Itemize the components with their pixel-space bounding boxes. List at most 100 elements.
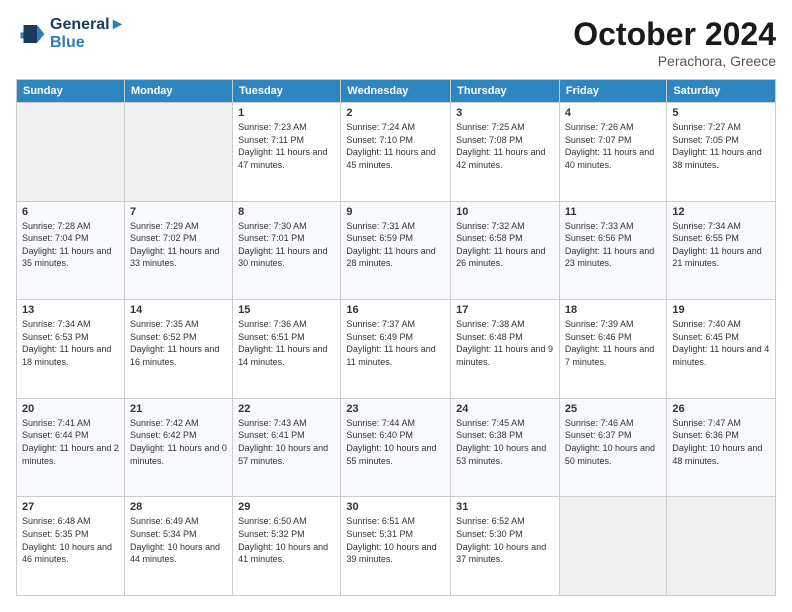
logo-icon (16, 19, 46, 49)
table-row: 25Sunrise: 7:46 AM Sunset: 6:37 PM Dayli… (559, 398, 666, 497)
day-detail: Sunrise: 7:24 AM Sunset: 7:10 PM Dayligh… (346, 121, 445, 171)
table-row: 23Sunrise: 7:44 AM Sunset: 6:40 PM Dayli… (341, 398, 451, 497)
day-number: 24 (456, 403, 554, 415)
table-row: 15 Sunrise: 7:36 AM Sunset: 6:51 PM Dayli… (233, 300, 341, 399)
day-number: 25 (565, 403, 661, 415)
day-detail: Sunrise: 7:44 AM Sunset: 6:40 PM Dayligh… (346, 417, 445, 467)
day-number: 26 (672, 403, 770, 415)
table-row: 19 Sunrise: 7:40 AM Sunset: 6:45 PM Dayli… (667, 300, 776, 399)
table-row: 28 Sunrise: 6:49 AM Sunset: 5:34 PM Dayli… (124, 497, 232, 596)
col-saturday: Saturday (667, 80, 776, 103)
table-row: 12 Sunrise: 7:34 AM Sunset: 6:55 PM Dayli… (667, 201, 776, 300)
col-thursday: Thursday (451, 80, 560, 103)
calendar-week-row: 27 Sunrise: 6:48 AM Sunset: 5:35 PM Dayli… (17, 497, 776, 596)
table-row (667, 497, 776, 596)
day-detail: Sunrise: 7:30 AM Sunset: 7:01 PM Dayligh… (238, 220, 335, 270)
calendar-week-row: 1 Sunrise: 7:23 AM Sunset: 7:11 PM Daylig… (17, 103, 776, 202)
table-row: 1 Sunrise: 7:23 AM Sunset: 7:11 PM Daylig… (233, 103, 341, 202)
table-row: 11 Sunrise: 7:33 AM Sunset: 6:56 PM Dayli… (559, 201, 666, 300)
table-row: 16 Sunrise: 7:37 AM Sunset: 6:49 PM Dayli… (341, 300, 451, 399)
day-detail: Sunrise: 7:33 AM Sunset: 6:56 PM Dayligh… (565, 220, 661, 270)
day-number: 30 (346, 501, 445, 513)
day-detail: Sunrise: 6:48 AM Sunset: 5:35 PM Dayligh… (22, 515, 119, 565)
day-number: 5 (672, 107, 770, 119)
day-number: 10 (456, 206, 554, 218)
table-row (124, 103, 232, 202)
day-detail: Sunrise: 7:42 AM Sunset: 6:42 PM Dayligh… (130, 417, 227, 467)
table-row (17, 103, 125, 202)
day-number: 21 (130, 403, 227, 415)
logo-line1: General► (50, 16, 125, 34)
day-detail: Sunrise: 7:29 AM Sunset: 7:02 PM Dayligh… (130, 220, 227, 270)
col-sunday: Sunday (17, 80, 125, 103)
day-number: 17 (456, 304, 554, 316)
day-number: 13 (22, 304, 119, 316)
table-row: 24 Sunrise: 7:45 AM Sunset: 6:38 PM Dayli… (451, 398, 560, 497)
day-detail: Sunrise: 7:28 AM Sunset: 7:04 PM Dayligh… (22, 220, 119, 270)
day-detail: Sunrise: 7:34 AM Sunset: 6:53 PM Dayligh… (22, 318, 119, 368)
day-detail: Sunrise: 7:37 AM Sunset: 6:49 PM Dayligh… (346, 318, 445, 368)
table-row: 21 Sunrise: 7:42 AM Sunset: 6:42 PM Dayli… (124, 398, 232, 497)
day-detail: Sunrise: 7:35 AM Sunset: 6:52 PM Dayligh… (130, 318, 227, 368)
day-detail: Sunrise: 6:50 AM Sunset: 5:32 PM Dayligh… (238, 515, 335, 565)
logo: General► Blue (16, 16, 125, 52)
table-row: 6 Sunrise: 7:28 AM Sunset: 7:04 PM Daylig… (17, 201, 125, 300)
day-detail: Sunrise: 6:51 AM Sunset: 5:31 PM Dayligh… (346, 515, 445, 565)
day-number: 29 (238, 501, 335, 513)
calendar-week-row: 6 Sunrise: 7:28 AM Sunset: 7:04 PM Daylig… (17, 201, 776, 300)
table-row: 3Sunrise: 7:25 AM Sunset: 7:08 PM Daylig… (451, 103, 560, 202)
day-detail: Sunrise: 7:43 AM Sunset: 6:41 PM Dayligh… (238, 417, 335, 467)
day-number: 22 (238, 403, 335, 415)
day-detail: Sunrise: 7:26 AM Sunset: 7:07 PM Dayligh… (565, 121, 661, 171)
day-detail: Sunrise: 7:39 AM Sunset: 6:46 PM Dayligh… (565, 318, 661, 368)
month-title: October 2024 (573, 16, 776, 53)
day-number: 18 (565, 304, 661, 316)
day-number: 27 (22, 501, 119, 513)
table-row: 14Sunrise: 7:35 AM Sunset: 6:52 PM Dayli… (124, 300, 232, 399)
day-detail: Sunrise: 7:31 AM Sunset: 6:59 PM Dayligh… (346, 220, 445, 270)
day-number: 15 (238, 304, 335, 316)
table-row: 17 Sunrise: 7:38 AM Sunset: 6:48 PM Dayli… (451, 300, 560, 399)
table-row: 30 Sunrise: 6:51 AM Sunset: 5:31 PM Dayli… (341, 497, 451, 596)
location-subtitle: Perachora, Greece (573, 53, 776, 69)
calendar-week-row: 20Sunrise: 7:41 AM Sunset: 6:44 PM Dayli… (17, 398, 776, 497)
day-detail: Sunrise: 7:23 AM Sunset: 7:11 PM Dayligh… (238, 121, 335, 171)
table-row: 2 Sunrise: 7:24 AM Sunset: 7:10 PM Daylig… (341, 103, 451, 202)
day-number: 1 (238, 107, 335, 119)
table-row: 20Sunrise: 7:41 AM Sunset: 6:44 PM Dayli… (17, 398, 125, 497)
day-detail: Sunrise: 7:34 AM Sunset: 6:55 PM Dayligh… (672, 220, 770, 270)
day-number: 7 (130, 206, 227, 218)
day-number: 8 (238, 206, 335, 218)
day-detail: Sunrise: 7:40 AM Sunset: 6:45 PM Dayligh… (672, 318, 770, 368)
col-wednesday: Wednesday (341, 80, 451, 103)
table-row: 18 Sunrise: 7:39 AM Sunset: 6:46 PM Dayli… (559, 300, 666, 399)
day-detail: Sunrise: 6:49 AM Sunset: 5:34 PM Dayligh… (130, 515, 227, 565)
day-detail: Sunrise: 7:36 AM Sunset: 6:51 PM Dayligh… (238, 318, 335, 368)
table-row: 5 Sunrise: 7:27 AM Sunset: 7:05 PM Daylig… (667, 103, 776, 202)
calendar-table: Sunday Monday Tuesday Wednesday Thursday… (16, 79, 776, 596)
day-number: 16 (346, 304, 445, 316)
day-detail: Sunrise: 7:38 AM Sunset: 6:48 PM Dayligh… (456, 318, 554, 368)
day-detail: Sunrise: 7:45 AM Sunset: 6:38 PM Dayligh… (456, 417, 554, 467)
table-row: 4 Sunrise: 7:26 AM Sunset: 7:07 PM Daylig… (559, 103, 666, 202)
day-number: 4 (565, 107, 661, 119)
table-row: 31Sunrise: 6:52 AM Sunset: 5:30 PM Dayli… (451, 497, 560, 596)
day-detail: Sunrise: 6:52 AM Sunset: 5:30 PM Dayligh… (456, 515, 554, 565)
title-block: October 2024 Perachora, Greece (573, 16, 776, 69)
day-number: 3 (456, 107, 554, 119)
day-number: 19 (672, 304, 770, 316)
day-number: 12 (672, 206, 770, 218)
day-number: 2 (346, 107, 445, 119)
day-number: 20 (22, 403, 119, 415)
day-detail: Sunrise: 7:32 AM Sunset: 6:58 PM Dayligh… (456, 220, 554, 270)
calendar-week-row: 13 Sunrise: 7:34 AM Sunset: 6:53 PM Dayli… (17, 300, 776, 399)
day-number: 28 (130, 501, 227, 513)
table-row: 13 Sunrise: 7:34 AM Sunset: 6:53 PM Dayli… (17, 300, 125, 399)
table-row: 10 Sunrise: 7:32 AM Sunset: 6:58 PM Dayli… (451, 201, 560, 300)
day-detail: Sunrise: 7:27 AM Sunset: 7:05 PM Dayligh… (672, 121, 770, 171)
day-number: 11 (565, 206, 661, 218)
col-monday: Monday (124, 80, 232, 103)
table-row: 27 Sunrise: 6:48 AM Sunset: 5:35 PM Dayli… (17, 497, 125, 596)
day-number: 6 (22, 206, 119, 218)
table-row: 8 Sunrise: 7:30 AM Sunset: 7:01 PM Daylig… (233, 201, 341, 300)
